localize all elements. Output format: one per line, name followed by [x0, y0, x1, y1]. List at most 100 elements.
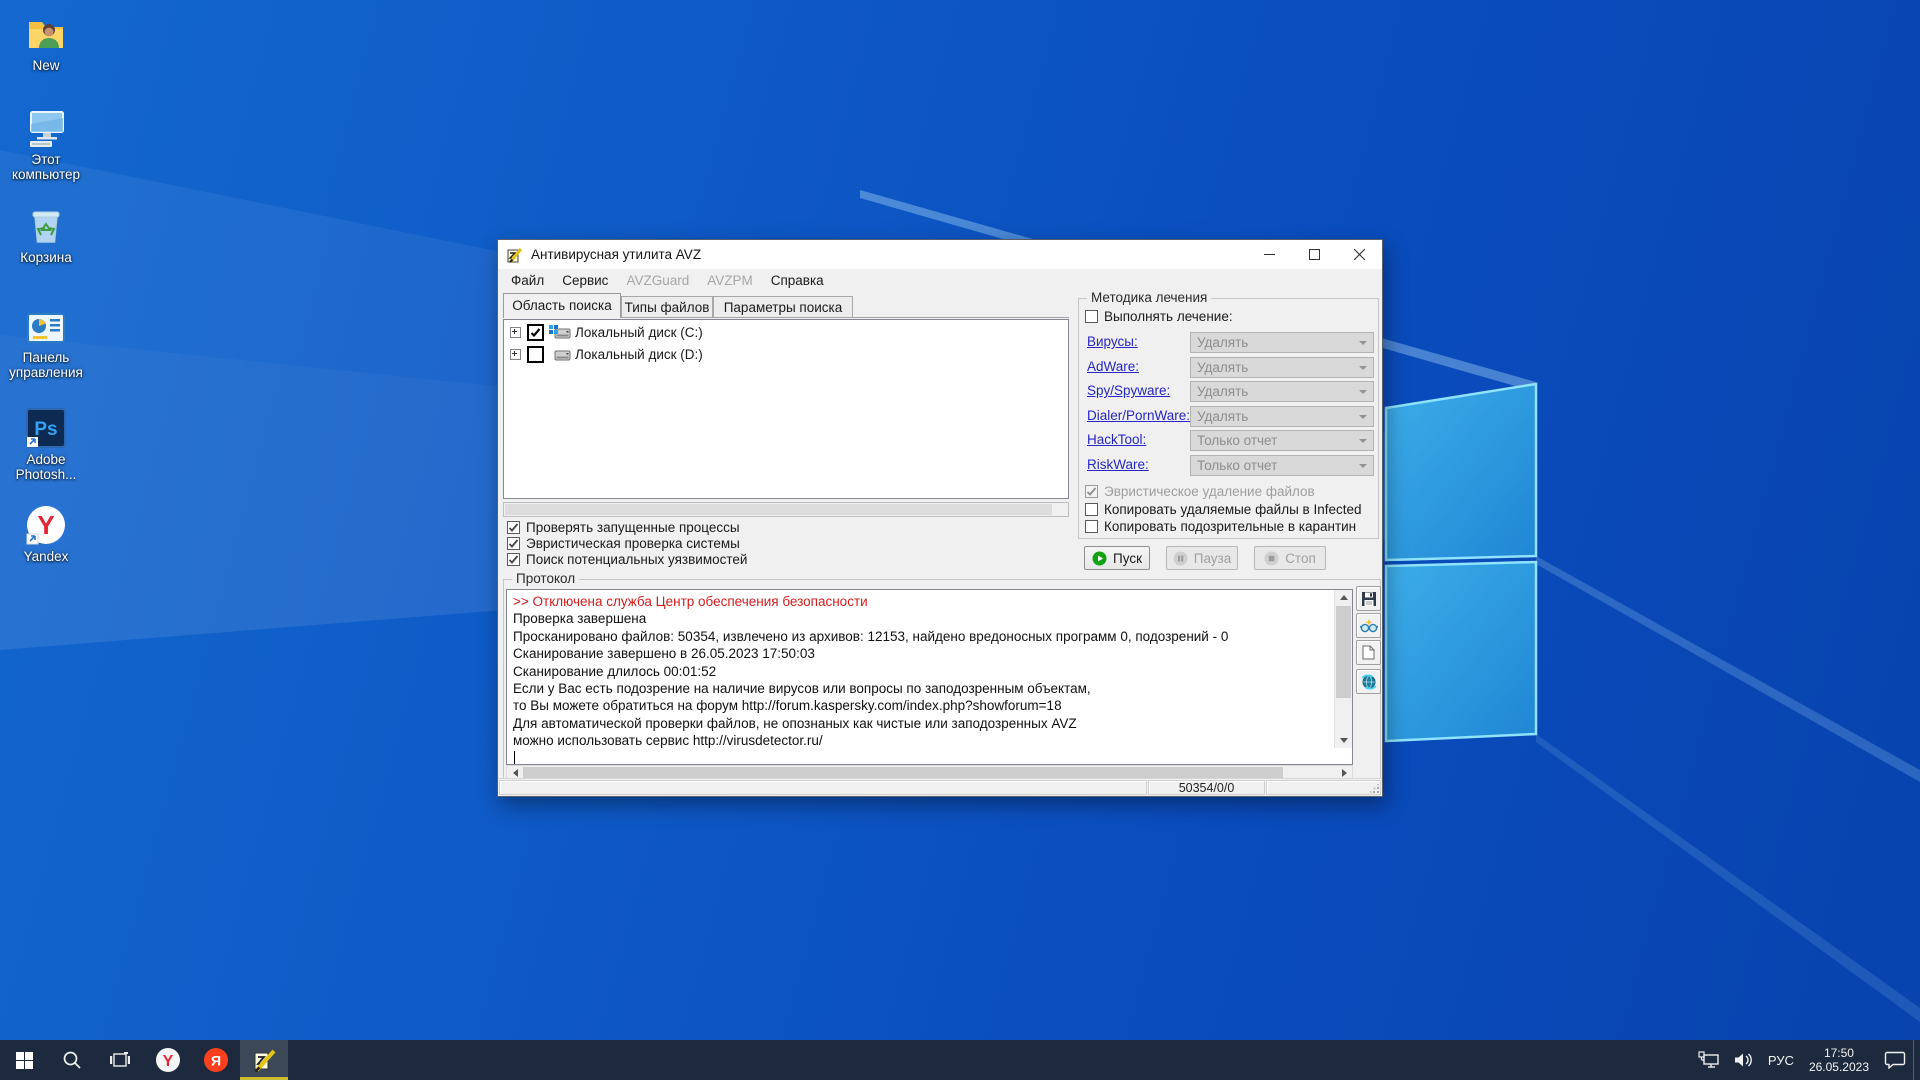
disk-c-label: Локальный диск (C:) — [575, 325, 703, 340]
desktop-icon-new[interactable]: New — [6, 12, 86, 73]
log-line: Просканировано файлов: 50354, извлечено … — [507, 628, 1352, 645]
desktop-icon-recycle-bin[interactable]: Корзина — [6, 204, 86, 265]
avz-taskbar-button[interactable] — [240, 1040, 288, 1080]
save-log-button[interactable] — [1356, 586, 1381, 611]
hacktool-link[interactable]: HackTool: — [1087, 432, 1146, 447]
recycle-bin-icon — [24, 204, 68, 248]
copy-to-quarantine-checkbox[interactable]: Копировать подозрительные в карантин — [1085, 519, 1356, 534]
desktop-icon-label: Yandex — [6, 549, 86, 564]
chevron-down-icon — [1359, 415, 1367, 423]
option-check-processes[interactable]: Проверять запущенные процессы — [507, 520, 740, 535]
tab-search-area[interactable]: Область поиска — [503, 293, 621, 318]
task-view-icon — [110, 1052, 130, 1068]
volume-tray-button[interactable] — [1727, 1040, 1761, 1080]
riskware-action-select[interactable]: Только отчет — [1190, 455, 1374, 476]
log-line: Сканирование завершено в 26.05.2023 17:5… — [507, 645, 1352, 662]
show-desktop-button[interactable] — [1913, 1040, 1920, 1080]
viruses-action-select[interactable]: Удалять — [1190, 332, 1374, 353]
expand-icon[interactable] — [510, 327, 521, 338]
windows-start-icon — [16, 1052, 33, 1069]
perform-treatment-checkbox[interactable]: Выполнять лечение: — [1085, 309, 1233, 324]
system-disk-icon — [549, 325, 571, 341]
tree-horizontal-scrollbar[interactable] — [503, 502, 1069, 517]
copy-to-infected-checkbox[interactable]: Копировать удаляемые файлы в Infected — [1085, 502, 1362, 517]
tree-row-disk-d[interactable]: Локальный диск (D:) — [504, 345, 1068, 364]
desktop-icon-label: Корзина — [6, 250, 86, 265]
disk-c-checkbox[interactable] — [527, 324, 544, 341]
text-caret — [514, 751, 515, 765]
menu-file[interactable]: Файл — [502, 273, 553, 288]
svg-text:Ps: Ps — [34, 419, 57, 440]
network-icon — [1698, 1051, 1720, 1069]
tab-search-params[interactable]: Параметры поиска — [713, 296, 853, 317]
riskware-link[interactable]: RiskWare: — [1087, 457, 1149, 472]
disk-tree[interactable]: Локальный диск (C:) Локальный диск (D:) — [503, 319, 1069, 499]
title-bar[interactable]: Антивирусная утилита AVZ — [498, 240, 1382, 269]
check-label: Копировать подозрительные в карантин — [1104, 519, 1356, 534]
desktop-icon-yandex[interactable]: Y Yandex — [6, 503, 86, 564]
menu-avzpm: AVZPM — [698, 273, 762, 288]
desktop-icon-this-pc[interactable]: Этот компьютер — [6, 106, 86, 182]
option-vulnerability-search[interactable]: Поиск потенциальных уязвимостей — [507, 552, 747, 567]
speaker-icon — [1734, 1051, 1754, 1069]
view-report-button[interactable] — [1356, 613, 1381, 638]
clock[interactable]: 17:50 26.05.2023 — [1801, 1046, 1877, 1074]
yandex-icon: Я — [203, 1047, 229, 1073]
heuristic-delete-checkbox: Эвристическое удаление файлов — [1085, 484, 1315, 499]
viruses-link[interactable]: Вирусы: — [1087, 334, 1138, 349]
protocol-group-title: Протокол — [512, 571, 579, 586]
chevron-down-icon — [1359, 390, 1367, 398]
dialer-link[interactable]: Dialer/PornWare: — [1087, 408, 1190, 423]
status-panel — [1266, 780, 1381, 795]
svg-text:Я: Я — [211, 1053, 221, 1069]
log-line: Проверка завершена — [507, 610, 1352, 627]
language-indicator[interactable]: РУС — [1761, 1040, 1801, 1080]
disk-icon — [549, 347, 571, 363]
chevron-down-icon — [1359, 439, 1367, 447]
menu-service[interactable]: Сервис — [553, 273, 617, 288]
minimize-button[interactable] — [1247, 240, 1292, 269]
protocol-vertical-scrollbar[interactable] — [1334, 590, 1352, 748]
start-button[interactable]: Пуск — [1084, 546, 1150, 570]
dialer-action-select[interactable]: Удалять — [1190, 406, 1374, 427]
search-button[interactable] — [48, 1040, 96, 1080]
menu-avzguard: AVZGuard — [617, 273, 698, 288]
yandex-browser-button[interactable]: Y — [144, 1040, 192, 1080]
desktop-icon-control-panel[interactable]: Панель управления — [6, 310, 86, 380]
scroll-up-arrow[interactable] — [1335, 590, 1352, 605]
action-center-button[interactable] — [1877, 1040, 1913, 1080]
status-counter: 50354/0/0 — [1148, 780, 1265, 795]
scroll-thumb[interactable] — [1336, 606, 1351, 698]
desktop-icon-label: Панель управления — [6, 350, 86, 380]
yandex-app-button[interactable]: Я — [192, 1040, 240, 1080]
maximize-button[interactable] — [1292, 240, 1337, 269]
user-folder-icon — [24, 12, 68, 56]
hacktool-action-select[interactable]: Только отчет — [1190, 430, 1374, 451]
menu-bar: Файл Сервис AVZGuard AVZPM Справка — [498, 269, 1382, 292]
check-label: Копировать удаляемые файлы в Infected — [1104, 502, 1362, 517]
upload-web-button[interactable] — [1356, 669, 1381, 694]
close-button[interactable] — [1337, 240, 1382, 269]
task-view-button[interactable] — [96, 1040, 144, 1080]
system-tray: РУС 17:50 26.05.2023 — [1691, 1040, 1920, 1080]
expand-icon[interactable] — [510, 349, 521, 360]
new-log-button[interactable] — [1356, 640, 1381, 665]
desktop-icon-photoshop[interactable]: Ps Adobe Photosh... — [6, 406, 86, 482]
option-heuristic-check[interactable]: Эвристическая проверка системы — [507, 536, 740, 551]
resize-grip[interactable] — [1370, 784, 1380, 794]
adware-link[interactable]: AdWare: — [1087, 359, 1139, 374]
scroll-down-arrow[interactable] — [1335, 733, 1352, 748]
menu-help[interactable]: Справка — [762, 273, 833, 288]
status-bar: 50354/0/0 — [498, 778, 1382, 796]
spyware-action-select[interactable]: Удалять — [1190, 381, 1374, 402]
network-tray-button[interactable] — [1691, 1040, 1727, 1080]
disk-d-checkbox[interactable] — [527, 346, 544, 363]
spyware-link[interactable]: Spy/Spyware: — [1087, 383, 1170, 398]
adware-action-select[interactable]: Удалять — [1190, 357, 1374, 378]
tree-row-disk-c[interactable]: Локальный диск (C:) — [504, 323, 1068, 342]
protocol-log[interactable]: >> Отключена служба Центр обеспечения бе… — [506, 589, 1353, 765]
stop-button: Стоп — [1254, 546, 1326, 570]
taskbar: Y Я — [0, 1040, 1920, 1080]
tab-file-types[interactable]: Типы файлов — [621, 296, 713, 317]
start-button[interactable] — [0, 1040, 48, 1080]
